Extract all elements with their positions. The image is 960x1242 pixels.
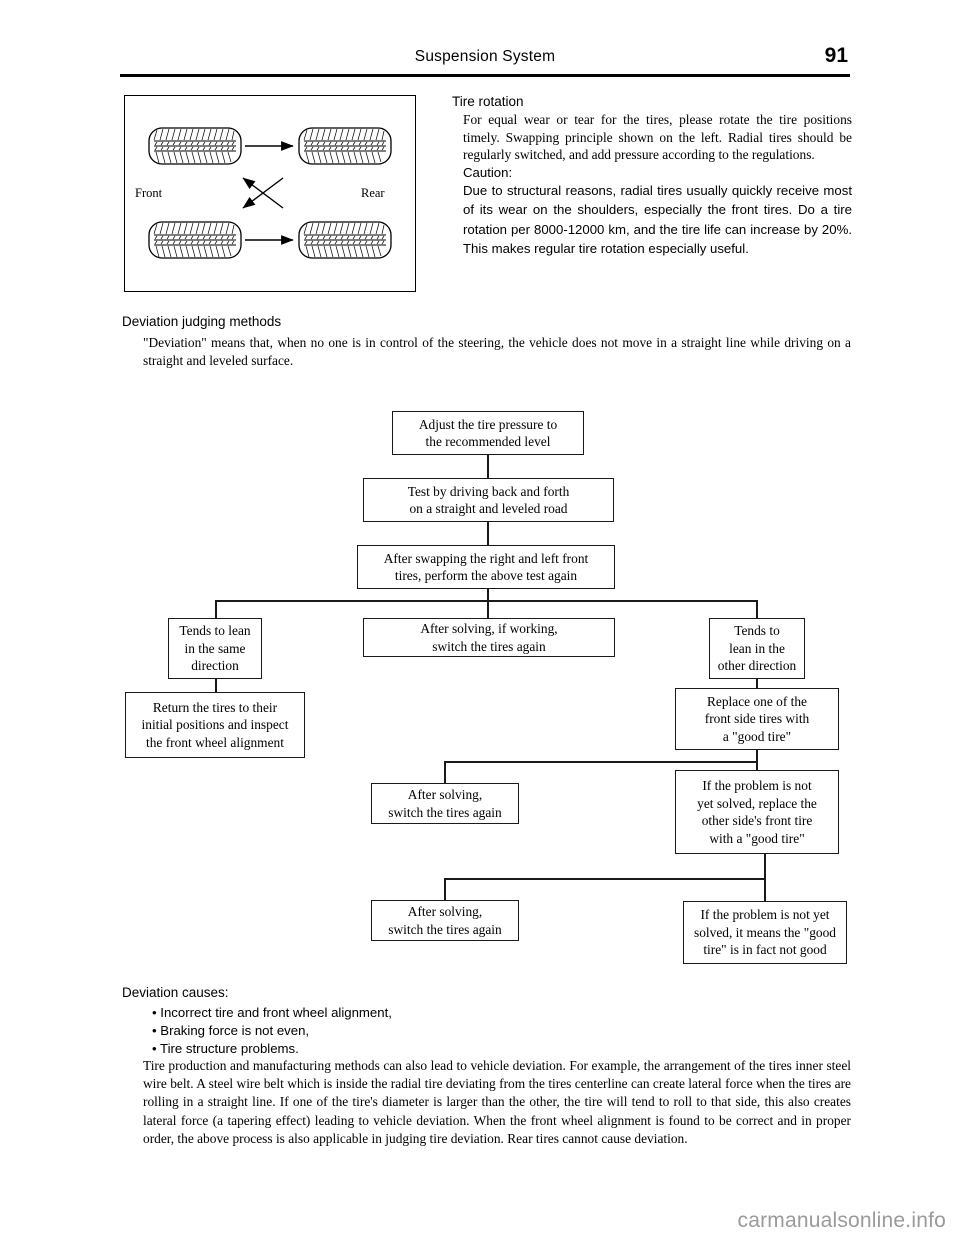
watermark: carmanualsonline.info [737,1209,946,1232]
connector-adjust-to-test [487,455,489,478]
header-divider [120,74,850,77]
flow-box-test-driving: Test by driving back and forth on a stra… [363,478,614,522]
connector-branch-left [215,600,217,618]
connector-branch-bus [215,600,757,602]
flow-box-replace-one-front-tire: Replace one of the front side tires with… [675,688,839,750]
deviation-judging-body: "Deviation" means that, when no one is i… [143,335,851,368]
connector-other-side-bus [444,878,764,880]
page-title: Suspension System [414,48,556,65]
connector-branch-center [487,600,489,618]
flow-box-tends-other-direction: Tends to lean in the other direction [709,618,805,679]
flow-box-after-solving-switch-1: After solving, switch the tires again [371,783,519,824]
connector-replace-bus-right [756,750,758,770]
caution-label: Caution: [463,164,513,180]
connector-swapping-down [487,589,489,601]
deviation-causes-body: Tire production and manufacturing method… [143,1058,851,1146]
connector-other-side-bus-left [444,878,446,900]
tire-rotation-heading: Tire rotation [452,94,524,109]
flow-box-not-solved-other-side: If the problem is not yet solved, replac… [675,770,839,854]
deviation-cause-item-1: • Incorrect tire and front wheel alignme… [152,1005,392,1020]
connector-test-to-swapping [487,522,489,545]
figure-label-front: Front [135,186,163,200]
deviation-causes-heading: Deviation causes: [122,985,229,1000]
connector-replace-bus [444,761,757,763]
deviation-cause-item-2: • Braking force is not even, [152,1023,310,1038]
flow-box-good-tire-not-good: If the problem is not yet solved, it mea… [683,901,847,964]
deviation-cause-item-3: • Tire structure problems. [152,1041,299,1056]
tire-rotation-diagram: Front Rear [124,95,416,292]
connector-tends-same-to-return [215,679,217,692]
flow-box-after-swapping: After swapping the right and left front … [357,545,615,589]
flow-box-after-solving-if-working: After solving, if working, switch the ti… [363,618,615,657]
flow-box-tends-same-direction: Tends to lean in the same direction [168,618,262,679]
caution-text: Due to structural reasons, radial tires … [463,182,852,256]
flow-box-return-tires: Return the tires to their initial positi… [125,692,305,758]
tire-rotation-text: Tire rotation For equal wear or tear for… [452,94,852,258]
manual-page: Suspension System 91 Front Rear Tire rot… [0,0,960,1242]
figure-label-rear: Rear [361,186,385,200]
connector-other-side-bus-right [764,854,766,901]
page-number: 91 [824,44,848,67]
flow-box-adjust-pressure: Adjust the tire pressure to the recommen… [392,411,584,455]
connector-branch-right [756,600,758,618]
tire-rotation-paragraph: For equal wear or tear for the tires, pl… [463,112,852,163]
connector-replace-bus-left [444,761,446,783]
deviation-judging-heading: Deviation judging methods [122,314,282,329]
flow-box-after-solving-switch-2: After solving, switch the tires again [371,900,519,941]
connector-tends-other-to-replace [756,679,758,688]
